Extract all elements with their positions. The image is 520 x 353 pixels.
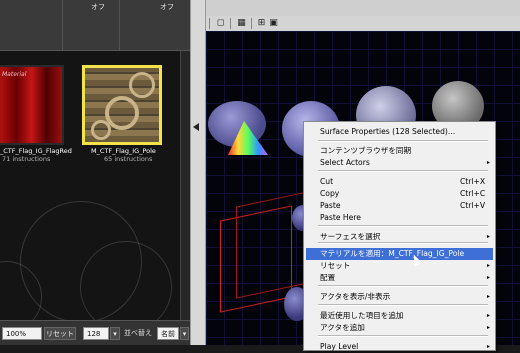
content-browser-panel: オフ オフ Material _CTF_Flag_IG_FlagRed 71 i… (0, 0, 190, 345)
menu-item-label: アクタを追加 (320, 323, 365, 332)
submenu-arrow-icon: ▸ (486, 293, 490, 300)
context-menu-item[interactable]: 配置 ▸ (306, 272, 493, 284)
camera-lock-icon[interactable]: ⊞ (256, 18, 267, 29)
menu-separator (318, 304, 488, 306)
filter-column-2[interactable]: オフ (120, 0, 188, 50)
filter-value-1: オフ (91, 3, 105, 11)
submenu-arrow-icon: ▸ (486, 343, 490, 350)
submenu-arrow-icon: ▸ (486, 312, 490, 319)
context-menu-item[interactable]: リセット ▸ (306, 260, 493, 272)
menu-item-shortcut: Ctrl+C (460, 189, 486, 198)
context-menu-item[interactable]: Cut Ctrl+X (306, 176, 493, 188)
context-menu-item[interactable]: Copy Ctrl+C (306, 188, 493, 200)
menu-separator (318, 285, 488, 287)
menu-item-label: Play Level (320, 342, 359, 351)
filter-column-1[interactable]: オフ (63, 0, 120, 50)
thumbnail-scrollbar[interactable] (180, 51, 190, 320)
asset-thumbnail-pole-selected[interactable] (82, 65, 162, 145)
context-menu-item[interactable]: マテリアルを適用：M_CTF_Flag_IG_Pole (306, 248, 493, 260)
menu-item-label: Copy (320, 189, 340, 198)
context-menu-item[interactable]: 最近使用した項目を追加 ▸ (306, 310, 493, 322)
maximize-icon[interactable]: ◻ (215, 18, 226, 29)
menu-item-label: アクタを表示/非表示 (320, 292, 391, 301)
asset-name-flag-red: _CTF_Flag_IG_FlagRed (0, 147, 72, 155)
submenu-arrow-icon: ▸ (486, 233, 490, 240)
asset-instructions-pole: 65 instructions (104, 155, 153, 163)
menu-separator (318, 140, 488, 142)
submenu-arrow-icon: ▸ (486, 274, 490, 281)
menu-item-label: Surface Properties (128 Selected)... (320, 127, 456, 136)
sort-select[interactable]: 名前 (157, 327, 179, 340)
menu-separator (318, 335, 488, 337)
menu-item-label: 配置 (320, 273, 336, 282)
gear-texture-detail (129, 72, 155, 98)
submenu-arrow-icon: ▸ (486, 159, 490, 166)
context-menu-item[interactable]: サーフェスを選択 ▸ (306, 231, 493, 243)
menu-separator (318, 225, 488, 227)
gear-texture-detail (91, 120, 111, 140)
context-menu-item[interactable]: アクタを追加 ▸ (306, 322, 493, 334)
context-menu-item[interactable]: アクタを表示/非表示 ▸ (306, 291, 493, 303)
asset-name-pole: M_CTF_Flag_IG_Pole (91, 147, 156, 155)
menu-item-label: Paste Here (320, 213, 361, 222)
context-menu-item[interactable]: Surface Properties (128 Selected)... (306, 126, 493, 138)
filter-bar: オフ オフ (0, 0, 190, 51)
reset-button[interactable]: リセット (44, 327, 76, 340)
menu-item-shortcut: Ctrl+V (460, 201, 486, 210)
thumbnail-texture-text: Material (2, 71, 27, 78)
panel-splitter[interactable] (190, 0, 206, 345)
toolbar-separator (209, 18, 210, 29)
asset-instructions-flag-red: 71 instructions (2, 155, 51, 163)
submenu-arrow-icon: ▸ (486, 262, 490, 269)
context-menu-item[interactable]: Select Actors ▸ (306, 157, 493, 169)
context-menu-item[interactable]: コンテンツブラウザを同期 (306, 145, 493, 157)
context-menu-item[interactable]: Paste Ctrl+V (306, 200, 493, 212)
menu-item-label: Paste (320, 201, 341, 210)
browser-bottom-bar: 100% リセット 128 ▾ 並べ替え 名前 ▾ (0, 320, 190, 345)
realtime-icon[interactable]: ▣ (268, 18, 279, 29)
collapse-arrow-icon[interactable] (193, 123, 199, 131)
menu-item-label: Select Actors (320, 158, 370, 167)
asset-thumbnail-flag-red[interactable]: Material (0, 65, 64, 145)
viewport-toolbar: ◻ ▦ ⊞ ▣ (206, 16, 520, 32)
sort-dropdown-icon[interactable]: ▾ (180, 327, 189, 340)
menu-separator (318, 170, 488, 172)
asset-thumbnail-area: Material _CTF_Flag_IG_FlagRed 71 instruc… (0, 51, 180, 333)
menu-item-label: リセット (320, 261, 351, 270)
thumbnail-size-select[interactable]: 128 (83, 327, 109, 340)
menu-item-label: 最近使用した項目を追加 (320, 311, 404, 320)
filter-value-2: オフ (160, 3, 174, 11)
size-dropdown-icon[interactable]: ▾ (110, 327, 120, 340)
menu-item-label: コンテンツブラウザを同期 (320, 146, 412, 155)
grid-icon[interactable]: ▦ (236, 18, 247, 29)
toolbar-separator (230, 18, 231, 29)
zoom-field[interactable]: 100% (2, 327, 42, 340)
viewport-context-menu: Surface Properties (128 Selected)... コンテン… (303, 121, 496, 351)
toolbar-separator (251, 18, 252, 29)
sort-label: 並べ替え (124, 329, 152, 337)
context-menu-item[interactable]: Paste Here (306, 212, 493, 224)
submenu-arrow-icon: ▸ (486, 324, 490, 331)
viewport-title-strip (206, 0, 520, 17)
filter-column[interactable] (0, 0, 63, 50)
menu-item-label: Cut (320, 177, 334, 186)
menu-item-label: サーフェスを選択 (320, 232, 381, 241)
menu-item-shortcut: Ctrl+X (460, 177, 486, 186)
context-menu-item[interactable]: Play Level ▸ (306, 341, 493, 353)
menu-item-label: マテリアルを適用：M_CTF_Flag_IG_Pole (320, 249, 465, 258)
